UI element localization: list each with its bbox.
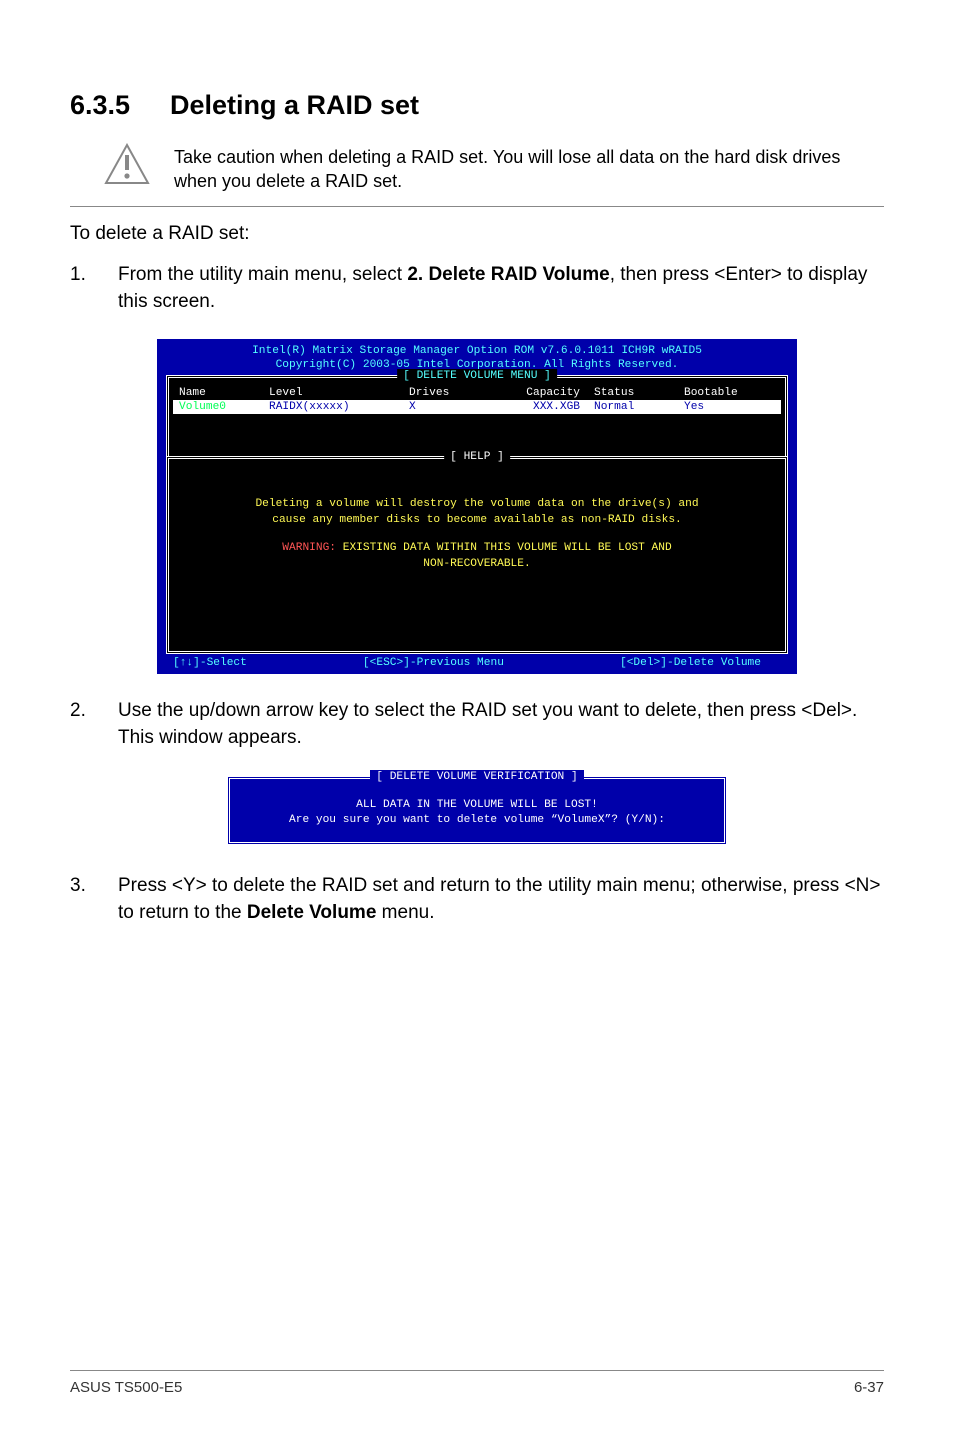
step-2: 2. Use the up/down arrow key to select t…: [70, 698, 884, 751]
bios-screenshot-delete-menu: Intel(R) Matrix Storage Manager Option R…: [157, 339, 797, 674]
cell-name: Volume0: [179, 400, 269, 414]
step-1: 1. From the utility main menu, select 2.…: [70, 262, 884, 315]
caution-icon: [104, 143, 150, 185]
col-capacity: Capacity: [484, 386, 594, 400]
step-text-pre: Press <Y> to delete the RAID set and ret…: [118, 875, 881, 923]
warning-label: WARNING:: [282, 542, 336, 554]
warning-line1: WARNING: EXISTING DATA WITHIN THIS VOLUM…: [177, 541, 777, 555]
col-status: Status: [594, 386, 684, 400]
cell-bootable: Yes: [684, 400, 775, 414]
warning-text: EXISTING DATA WITHIN THIS VOLUME WILL BE…: [336, 542, 672, 554]
step-text-post: menu.: [376, 902, 434, 923]
step-text-bold: Delete Volume: [247, 902, 377, 923]
step-text-pre: From the utility main menu, select: [118, 264, 407, 285]
page-footer: ASUS TS500-E5 6-37: [70, 1370, 884, 1396]
bios-screenshot-confirm-dialog: [ DELETE VOLUME VERIFICATION ] ALL DATA …: [227, 776, 727, 845]
cell-status: Normal: [594, 400, 684, 414]
bios-header-line1: Intel(R) Matrix Storage Manager Option R…: [157, 344, 797, 358]
dialog-warning: ALL DATA IN THE VOLUME WILL BE LOST!: [239, 798, 715, 813]
key-select: [↑↓]-Select: [173, 656, 247, 670]
help-line2: cause any member disks to become availab…: [177, 513, 777, 527]
footer-right: 6-37: [854, 1379, 884, 1396]
col-name: Name: [179, 386, 269, 400]
col-drives: Drives: [409, 386, 484, 400]
step-number: 2.: [70, 698, 118, 751]
table-row: Volume0 RAIDX(xxxxx) X XXX.XGB Normal Ye…: [173, 400, 781, 414]
warning-line2: NON-RECOVERABLE.: [177, 557, 777, 571]
cell-level: RAIDX(xxxxx): [269, 400, 409, 414]
caution-text: Take caution when deleting a RAID set. Y…: [174, 143, 884, 194]
section-number: 6.3.5: [70, 90, 170, 121]
help-line1: Deleting a volume will destroy the volum…: [177, 497, 777, 511]
step-body: Use the up/down arrow key to select the …: [118, 698, 884, 751]
key-previous: [<ESC>]-Previous Menu: [363, 656, 504, 670]
col-bootable: Bootable: [684, 386, 775, 400]
step-body: Press <Y> to delete the RAID set and ret…: [118, 873, 884, 926]
bios-menu-title: [ DELETE VOLUME MENU ]: [397, 369, 557, 383]
dialog-title: [ DELETE VOLUME VERIFICATION ]: [370, 770, 583, 785]
table-header-row: Name Level Drives Capacity Status Bootab…: [173, 386, 781, 400]
section-title: Deleting a RAID set: [170, 90, 419, 120]
caution-block: Take caution when deleting a RAID set. Y…: [70, 143, 884, 207]
footer-left: ASUS TS500-E5: [70, 1379, 182, 1396]
cell-capacity: XXX.XGB: [484, 400, 594, 414]
cell-drives: X: [409, 400, 484, 414]
dialog-prompt: Are you sure you want to delete volume “…: [239, 813, 715, 828]
key-delete: [<Del>]-Delete Volume: [620, 656, 761, 670]
step-number: 3.: [70, 873, 118, 926]
intro-paragraph: To delete a RAID set:: [70, 221, 884, 247]
step-3: 3. Press <Y> to delete the RAID set and …: [70, 873, 884, 926]
bios-footer-keys: [↑↓]-Select [<ESC>]-Previous Menu [<Del>…: [157, 654, 797, 674]
bios-help-title: [ HELP ]: [444, 450, 510, 464]
step-number: 1.: [70, 262, 118, 315]
section-heading: 6.3.5Deleting a RAID set: [70, 90, 884, 121]
step-text-bold: 2. Delete RAID Volume: [407, 264, 609, 285]
col-level: Level: [269, 386, 409, 400]
step-body: From the utility main menu, select 2. De…: [118, 262, 884, 315]
